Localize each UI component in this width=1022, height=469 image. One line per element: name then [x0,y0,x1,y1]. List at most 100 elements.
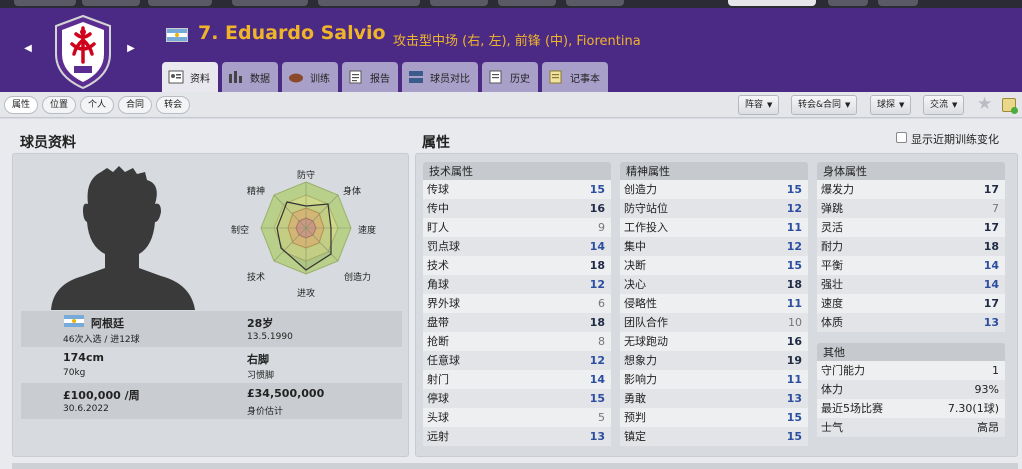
attribute-name: 抢断 [427,335,449,348]
transfer-contract-dropdown[interactable]: 转会&合同 ▼ [791,95,858,115]
top-tab-stub[interactable] [878,0,918,6]
scout-dropdown[interactable]: 球探 ▼ [870,95,912,115]
mental-header: 精神属性 [620,162,808,180]
attribute-row[interactable]: 传中 16 [423,199,611,218]
attribute-row[interactable]: 最近5场比赛 7.30(1球) [817,399,1005,418]
attribute-row[interactable]: 强壮 14 [817,275,1005,294]
attribute-row[interactable]: 任意球 12 [423,351,611,370]
attribute-row[interactable]: 角球 12 [423,275,611,294]
attribute-row[interactable]: 士气 高昂 [817,418,1005,437]
attribute-row[interactable]: 停球 15 [423,389,611,408]
rugby-ball-icon [288,70,304,84]
history-doc-icon [488,70,504,84]
top-tab-stub[interactable] [318,0,420,6]
attributes-section-title: 属性 [422,135,450,151]
top-tab-stub[interactable] [430,0,488,6]
attribute-row[interactable]: 远射 13 [423,427,611,446]
attribute-value: 12 [589,354,605,367]
tab-reports[interactable]: 报告 [342,62,398,92]
radar-label-aerial: 制空 [231,226,250,236]
interaction-dropdown[interactable]: 交流 ▼ [923,95,965,115]
preferred-foot-label: 习惯脚 [247,371,275,381]
top-tab-stub[interactable] [566,0,624,6]
attribute-row[interactable]: 技术 18 [423,256,611,275]
attribute-row[interactable]: 侵略性 11 [620,294,808,313]
attribute-row[interactable]: 体力 93% [817,380,1005,399]
attribute-row[interactable]: 耐力 18 [817,237,1005,256]
attribute-name: 角球 [427,278,449,291]
attribute-value: 17 [983,221,999,234]
top-tab-stub[interactable] [82,0,140,6]
attribute-value: 17 [983,183,999,196]
attribute-row[interactable]: 界外球 6 [423,294,611,313]
attribute-row[interactable]: 射门 14 [423,370,611,389]
argentina-flag-icon [63,314,85,328]
attribute-name: 想象力 [624,354,657,367]
top-tab-stub[interactable] [498,0,556,6]
attribute-row[interactable]: 勇敢 13 [620,389,808,408]
attribute-row[interactable]: 灵活 17 [817,218,1005,237]
attribute-name: 镇定 [624,430,646,443]
attribute-row[interactable]: 速度 17 [817,294,1005,313]
attribute-name: 团队合作 [624,316,668,329]
top-tab-stub[interactable] [828,0,868,6]
tab-compare[interactable]: 球员对比 [402,62,478,92]
attribute-name: 射门 [427,373,449,386]
attribute-row[interactable]: 抢断 8 [423,332,611,351]
attribute-row[interactable]: 体质 13 [817,313,1005,332]
report-list-icon [348,70,364,84]
tab-history[interactable]: 历史 [482,62,538,92]
attribute-row[interactable]: 爆发力 17 [817,180,1005,199]
subtab-positions[interactable]: 位置 [42,96,77,114]
nationality[interactable]: 阿根廷 [91,315,124,331]
star-icon[interactable]: ★ [977,95,992,113]
attribute-row[interactable]: 头球 5 [423,408,611,427]
attribute-row[interactable]: 工作投入 11 [620,218,808,237]
attribute-row[interactable]: 守门能力 1 [817,361,1005,380]
attribute-row[interactable]: 盘带 18 [423,313,611,332]
subtab-transfer[interactable]: 转会 [156,96,191,114]
top-tab-stub[interactable] [148,0,212,6]
caret-down-icon: ▼ [767,101,773,109]
attribute-name: 创造力 [624,183,657,196]
attribute-row[interactable]: 决心 18 [620,275,808,294]
subtab-attributes[interactable]: 属性 [4,96,39,114]
squad-dropdown[interactable]: 阵容 ▼ [738,95,780,115]
top-search-stub[interactable] [728,0,816,6]
attribute-row[interactable]: 预判 15 [620,408,808,427]
subtab-personal[interactable]: 个人 [80,96,115,114]
attribute-name: 体质 [821,316,843,329]
attribute-row[interactable]: 影响力 11 [620,370,808,389]
add-note-icon[interactable] [1002,98,1018,114]
subtab-contract[interactable]: 合同 [118,96,153,114]
tab-stats[interactable]: 数据 [222,62,278,92]
attribute-row[interactable]: 创造力 15 [620,180,808,199]
attribute-row[interactable]: 罚点球 14 [423,237,611,256]
top-tab-stub[interactable] [14,0,76,6]
attribute-row[interactable]: 集中 12 [620,237,808,256]
dropdown-label: 阵容 [745,100,764,110]
attribute-row[interactable]: 弹跳 7 [817,199,1005,218]
attribute-row[interactable]: 传球 15 [423,180,611,199]
attribute-row[interactable]: 想象力 19 [620,351,808,370]
attribute-row[interactable]: 平衡 14 [817,256,1005,275]
attribute-value: 7.30(1球) [947,402,999,415]
show-changes-checkbox[interactable] [896,132,907,143]
attribute-value: 6 [598,297,605,310]
attribute-row[interactable]: 盯人 9 [423,218,611,237]
top-tab-stub[interactable] [232,0,308,6]
tab-profile[interactable]: 资料 [162,62,218,92]
argentina-flag-icon [166,28,188,42]
tab-notebook[interactable]: 记事本 [542,62,608,92]
next-arrow-icon[interactable]: ▶ [124,42,138,56]
attribute-row[interactable]: 防守站位 12 [620,199,808,218]
attribute-name: 任意球 [427,354,460,367]
attribute-value: 14 [983,278,999,291]
previous-arrow-icon[interactable]: ◀ [21,42,35,56]
attribute-row[interactable]: 无球跑动 16 [620,332,808,351]
attribute-row[interactable]: 决断 15 [620,256,808,275]
attribute-row[interactable]: 团队合作 10 [620,313,808,332]
attribute-value: 19 [786,354,802,367]
attribute-row[interactable]: 镇定 15 [620,427,808,446]
tab-training[interactable]: 训练 [282,62,338,92]
